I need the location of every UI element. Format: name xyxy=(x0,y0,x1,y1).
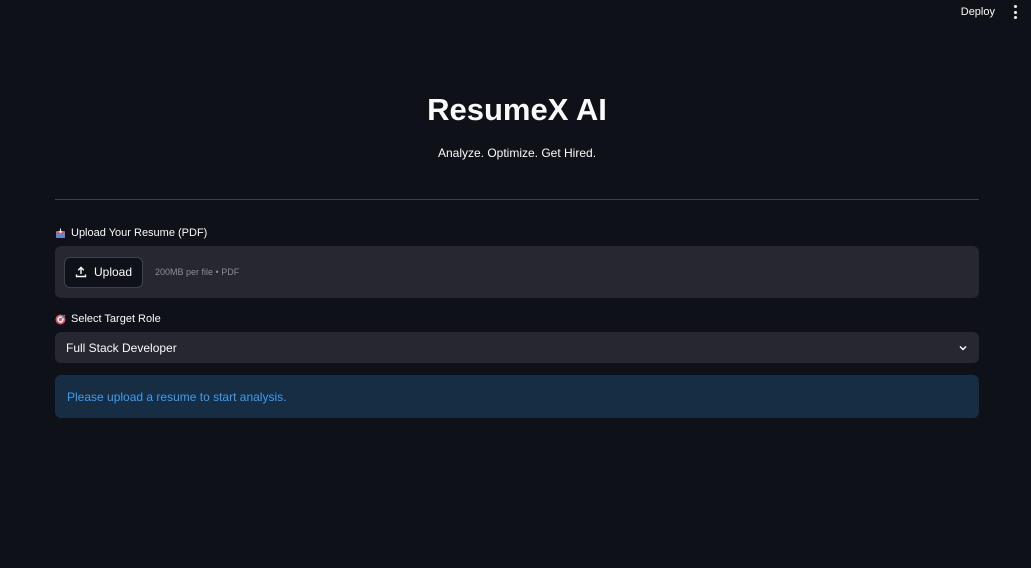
role-select-dropdown[interactable]: Full Stack Developer xyxy=(55,332,979,363)
upload-button-label: Upload xyxy=(94,265,133,279)
upload-limit-text: 200MB per file • PDF xyxy=(155,267,240,277)
page-subtitle: Analyze. Optimize. Get Hired. xyxy=(437,146,597,160)
upload-button[interactable]: Upload xyxy=(64,256,144,288)
divider xyxy=(55,199,979,200)
role-select-label: Select Target Role xyxy=(55,313,161,325)
info-alert-text: Please upload a resume to start analysis… xyxy=(67,389,287,404)
info-alert: Please upload a resume to start analysis… xyxy=(55,375,979,418)
page-title: ResumeX AI xyxy=(427,92,607,127)
top-toolbar: Deploy xyxy=(957,0,1031,24)
target-icon xyxy=(55,314,66,325)
role-select-value: Full Stack Developer xyxy=(66,340,177,355)
deploy-button[interactable]: Deploy xyxy=(957,4,999,20)
uploader-label: Upload Your Resume (PDF) xyxy=(55,227,207,239)
chevron-down-icon xyxy=(959,345,967,351)
kebab-menu-icon[interactable] xyxy=(1009,5,1021,19)
file-uploader-dropzone[interactable]: Upload 200MB per file • PDF xyxy=(55,246,979,298)
uploader-label-text: Upload Your Resume (PDF) xyxy=(71,227,208,239)
upload-icon xyxy=(75,266,87,278)
inbox-tray-icon xyxy=(55,228,66,239)
role-select-label-text: Select Target Role xyxy=(71,313,161,325)
